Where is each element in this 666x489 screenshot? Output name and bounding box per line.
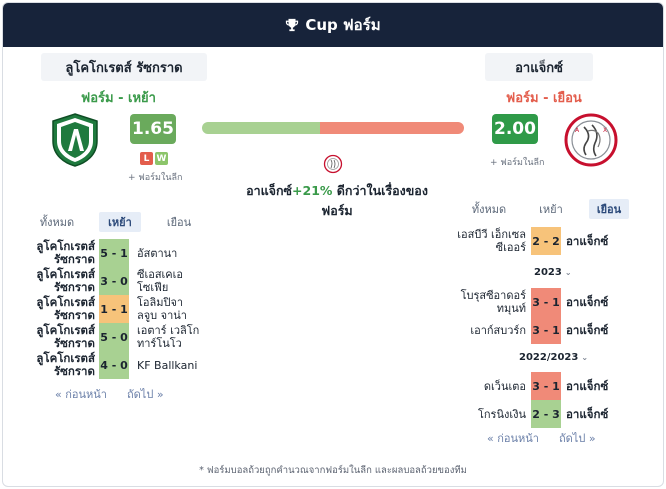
form-advantage-text: อาแจ็กซ์+21% ดีกว่าในเรื่องของ ฟอร์ม	[235, 181, 439, 221]
match-score: 2 - 3	[531, 400, 561, 428]
away-prev-button[interactable]: « ก่อนหน้า	[487, 429, 539, 447]
match-score: 4 - 0	[99, 351, 129, 379]
svg-text:X: X	[603, 127, 607, 134]
advantage-team: อาแจ็กซ์	[246, 183, 293, 198]
away-form-label: ฟอร์ม - เยือน	[506, 91, 582, 106]
match-score: 5 - 1	[99, 239, 129, 267]
home-team-logo[interactable]	[50, 113, 100, 167]
away-form-share	[319, 122, 464, 134]
match-opponent: ดเว็นเตอ	[483, 379, 526, 393]
away-match-row[interactable]: โกรนิงเงิน 2 - 3 อาแจ็กซ์	[451, 400, 621, 428]
away-tab-home[interactable]: เหย้า	[531, 199, 571, 219]
match-team: อาแจ็กซ์	[566, 294, 609, 309]
home-next-button[interactable]: ถัดไป »	[127, 385, 164, 403]
match-team: ลูโคโกเรตส์ รัซกราด	[36, 239, 95, 266]
home-form-label: ฟอร์ม - เหย้า	[81, 91, 156, 106]
away-match-row[interactable]: ดเว็นเตอ 3 - 1 อาแจ็กซ์	[451, 372, 621, 400]
away-match-row[interactable]: โบรุสซีอาดอร์ ทมุนท์ 3 - 1 อาแจ็กซ์	[451, 288, 621, 316]
away-tab-away[interactable]: เยือน	[589, 199, 629, 219]
away-next-button[interactable]: ถัดไป »	[559, 429, 596, 447]
away-match-row[interactable]: เอาก์สบวร์ก 3 - 1 อาแจ็กซ์	[451, 316, 621, 344]
home-match-row[interactable]: ลูโคโกเรตส์ รัซกราด 5 - 0 เอตาร์ เวลิโก ทา…	[33, 323, 203, 351]
season-label: 2023	[534, 267, 562, 278]
match-score: 3 - 1	[531, 372, 561, 400]
home-match-row[interactable]: ลูโคโกเรตส์ รัซกราด 1 - 1 โอลิมปิจา ลจูบ จ…	[33, 295, 203, 323]
match-team: อาแจ็กซ์	[566, 322, 609, 337]
home-recent-result-2: W	[155, 152, 168, 165]
match-score: 2 - 2	[531, 227, 561, 255]
away-team-logo[interactable]: A X	[564, 113, 618, 167]
header-title: Cup ฟอร์ม	[305, 16, 381, 34]
season-header[interactable]: 2023 ⌄	[534, 267, 572, 278]
match-opponent: เอาก์สบวร์ก	[470, 323, 526, 337]
match-team: อาแจ็กซ์	[566, 233, 609, 248]
card-header: Cup ฟอร์ม	[3, 3, 663, 47]
home-team-name-box: ลูโคโกเรตส์ รัซกราด	[41, 53, 207, 81]
away-match-row[interactable]: เอสบีวี เอ็กเซล ซีเออร์ 2 - 2 อาแจ็กซ์	[451, 227, 621, 255]
home-tab-home[interactable]: เหย้า	[99, 212, 141, 232]
match-team: อาแจ็กซ์	[566, 378, 609, 393]
match-score: 5 - 0	[99, 323, 129, 351]
form-comparison-bar	[202, 122, 464, 134]
advantage-desc: ดีกว่าในเรื่องของ ฟอร์ม	[321, 183, 428, 218]
season-label: 2022/2023	[519, 352, 579, 363]
home-match-row[interactable]: ลูโคโกเรตส์ รัซกราด 5 - 1 อัสตานา	[33, 239, 203, 267]
match-opponent: อัสตานา	[137, 246, 178, 260]
home-form-score: 1.65	[130, 114, 176, 144]
match-score: 1 - 1	[99, 295, 129, 323]
match-opponent: เอสบีวี เอ็กเซล ซีเออร์	[457, 228, 526, 254]
match-opponent: โอลิมปิจา ลจูบ จาน่า	[137, 296, 187, 322]
away-form-score: 2.00	[492, 114, 538, 144]
match-team: อาแจ็กซ์	[566, 406, 609, 421]
match-opponent: เอตาร์ เวลิโก ทาร์โนโว	[137, 324, 200, 350]
match-score: 3 - 1	[531, 316, 561, 344]
chevron-down-icon: ⌄	[564, 268, 572, 277]
match-opponent: โบรุสซีอาดอร์ ทมุนท์	[460, 289, 526, 315]
home-match-row[interactable]: ลูโคโกเรตส์ รัซกราด 4 - 0 KF Ballkani	[33, 351, 203, 379]
chevron-down-icon: ⌄	[581, 353, 589, 362]
away-team-name[interactable]: อาแจ็กซ์	[515, 57, 563, 78]
match-team: ลูโคโกเรตส์ รัซกราด	[36, 323, 95, 350]
away-league-form-link[interactable]: + ฟอร์มในลีก	[490, 155, 544, 169]
home-recent-result-1: L	[140, 152, 153, 165]
cup-form-card: Cup ฟอร์ม ลูโคโกเรตส์ รัซกราด อาแจ็กซ์ ฟ…	[2, 2, 664, 487]
season-header[interactable]: 2022/2023 ⌄	[519, 352, 588, 363]
ajax-mini-logo	[323, 154, 343, 174]
trophy-icon	[286, 18, 299, 32]
home-match-row[interactable]: ลูโคโกเรตส์ รัซกราด 3 - 0 ซีเอสเคเอ โซเฟีย	[33, 267, 203, 295]
match-team: ลูโคโกเรตส์ รัซกราด	[36, 351, 95, 378]
home-league-form-link[interactable]: + ฟอร์มในลีก	[128, 170, 182, 184]
home-form-share	[202, 122, 320, 134]
match-score: 3 - 0	[99, 267, 129, 295]
match-team: ลูโคโกเรตส์ รัซกราด	[36, 267, 95, 294]
home-prev-button[interactable]: « ก่อนหน้า	[55, 385, 107, 403]
match-opponent: KF Ballkani	[137, 358, 198, 372]
home-team-name[interactable]: ลูโคโกเรตส์ รัซกราด	[65, 57, 182, 78]
home-tab-all[interactable]: ทั้งหมด	[33, 212, 81, 232]
match-score: 3 - 1	[531, 288, 561, 316]
match-opponent: ซีเอสเคเอ โซเฟีย	[137, 268, 184, 294]
away-tab-all[interactable]: ทั้งหมด	[465, 199, 513, 219]
footnote: * ฟอร์มบอลถ้วยถูกคำนวณจากฟอร์มในลีก และผ…	[199, 465, 467, 476]
home-tab-away[interactable]: เยือน	[159, 212, 199, 232]
away-team-name-box: อาแจ็กซ์	[485, 53, 593, 81]
advantage-pct: +21%	[292, 183, 333, 198]
match-opponent: โกรนิงเงิน	[477, 407, 526, 421]
match-team: ลูโคโกเรตส์ รัซกราด	[36, 295, 95, 322]
